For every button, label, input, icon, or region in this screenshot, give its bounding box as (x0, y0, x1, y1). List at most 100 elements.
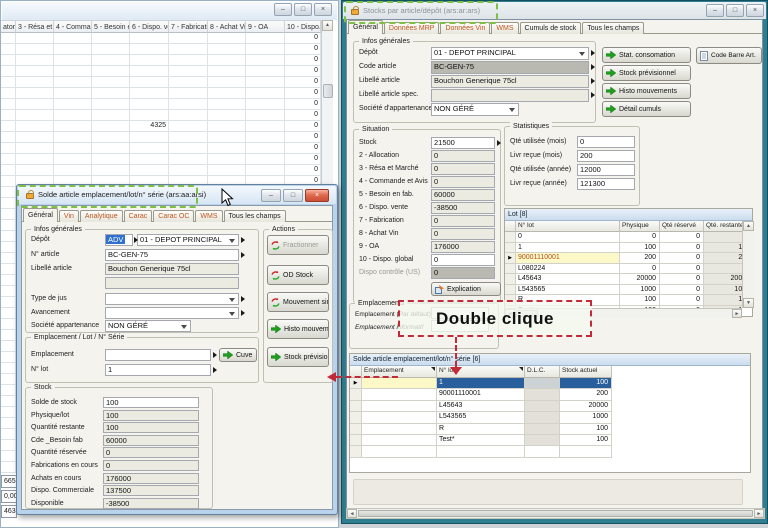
table-row[interactable]: 0 (1, 77, 321, 88)
maximize-button[interactable]: □ (283, 189, 303, 202)
close-button[interactable]: × (746, 4, 764, 17)
lot-field[interactable]: 1 (105, 364, 211, 376)
minimize-button[interactable]: – (274, 3, 292, 16)
close-button[interactable]: × (314, 3, 332, 16)
infos-depot-field[interactable]: 01 - DEPOT PRINCIPAL (431, 47, 589, 60)
scrollbar-thumb[interactable] (323, 84, 333, 98)
solde-column-header[interactable]: D.L.C. (525, 366, 560, 378)
lot-column-header[interactable]: Physique (620, 221, 660, 232)
tab-wms[interactable]: WMS (195, 210, 222, 222)
scroll-right-icon[interactable]: ► (732, 309, 742, 318)
table-row[interactable]: 43250 (1, 121, 321, 132)
depot-select[interactable]: 01 - DEPOT PRINCIPAL (137, 234, 239, 246)
bg-column-header[interactable]: 6 - Dispo. ve (130, 20, 169, 33)
stats-livr-recue-mois-field[interactable]: 200 (577, 150, 635, 162)
table-row[interactable]: 0 (1, 154, 321, 165)
tab-cumuls-de-stock[interactable]: Cumuls de stock (520, 22, 582, 34)
solde-column-header[interactable]: Stock actuel (560, 366, 612, 378)
emplacement-field[interactable] (105, 349, 211, 361)
table-cell (246, 88, 285, 99)
explication-button[interactable]: Explication (431, 282, 501, 296)
table-row[interactable]: 0 (1, 55, 321, 66)
action-stock-previsionnel-button[interactable]: Stock prévisionnel (267, 347, 329, 367)
lot-column-header[interactable]: Qté réservé (660, 221, 704, 232)
scroll-down-icon[interactable]: ▼ (743, 298, 754, 308)
maximize-button[interactable]: □ (294, 3, 312, 16)
action-stat-consomation-button[interactable]: Stat. consomation (602, 47, 691, 63)
code-barre-button[interactable]: Code Barre Art. (696, 47, 762, 64)
stock-solde-de-stock-field[interactable]: 100 (103, 397, 199, 408)
article-field[interactable]: BC-GEN-75 (105, 249, 239, 261)
solde-row[interactable]: 90001110001200 (350, 389, 752, 400)
window-horizontal-scrollbar[interactable]: ◄ ► (346, 508, 765, 519)
table-row[interactable]: 0 (1, 165, 321, 176)
table-cell (54, 55, 92, 66)
lot-row[interactable]: L080224000 (505, 264, 754, 275)
action-stock-previsionnel-button[interactable]: Stock prévisionnel (602, 65, 691, 81)
table-cell (92, 66, 130, 77)
table-row[interactable]: 0 (1, 132, 321, 143)
bg-column-header[interactable]: 7 - Fabricatic (169, 20, 208, 33)
lot-row[interactable]: 0000 (505, 232, 754, 243)
reserve-cell: 0 (660, 253, 704, 264)
bg-column-header[interactable]: 8 - Achat Vin (208, 20, 246, 33)
stats-qte-utilisee-annee-field[interactable]: 12000 (577, 164, 635, 176)
minimize-button[interactable]: – (706, 4, 724, 17)
table-row[interactable]: 0 (1, 66, 321, 77)
lot-row[interactable]: L543565100001000 (505, 285, 754, 296)
bg-column-header[interactable]: 10 - Dispo. g (285, 20, 321, 33)
lot-row[interactable]: ▶900011100012000200 (505, 253, 754, 264)
tab-vin[interactable]: Vin (59, 210, 79, 222)
lot-row[interactable]: 11000100 (505, 243, 754, 254)
depot-code-field[interactable]: ADV (105, 234, 133, 246)
solde-row[interactable]: L5435651000 (350, 412, 752, 423)
tab-analytique[interactable]: Analytique (80, 210, 123, 222)
tab-carac[interactable]: Carac (124, 210, 153, 222)
close-button[interactable]: × (305, 189, 329, 202)
scroll-left-icon[interactable]: ◄ (347, 509, 357, 518)
lot-row[interactable]: L4564320000020000 (505, 274, 754, 285)
situation-stock-field[interactable]: 21500 (431, 137, 495, 149)
type-jus-select[interactable] (105, 293, 239, 305)
solde-row[interactable]: Test*100 (350, 435, 752, 446)
solde-row[interactable] (350, 446, 752, 457)
stats-qte-utilisee-mois-field[interactable]: 0 (577, 136, 635, 148)
bg-column-header[interactable]: 9 - OA (246, 20, 285, 33)
scrollbar-thumb[interactable] (358, 510, 753, 517)
cuve-button[interactable]: Cuve (219, 348, 257, 362)
tab-general[interactable]: Général (23, 208, 58, 222)
lot-column-header[interactable]: N° lot (516, 221, 620, 232)
table-row[interactable]: 0 (1, 110, 321, 121)
table-row[interactable]: 0 (1, 143, 321, 154)
table-cell (169, 121, 208, 132)
bg-column-header[interactable]: ator (1, 20, 16, 33)
bg-column-header[interactable]: 5 - Besoin er (92, 20, 130, 33)
infos-societe-d-appartenance-field[interactable]: NON GÉRÉ (431, 103, 519, 116)
bg-column-header[interactable]: 4 - Commanc (54, 20, 92, 33)
scroll-up-icon[interactable]: ▲ (322, 20, 333, 31)
scroll-right-icon[interactable]: ► (754, 509, 764, 518)
tab-carac-oc[interactable]: Carac OC (153, 210, 194, 222)
solde-row[interactable]: R100 (350, 424, 752, 435)
societe-select[interactable]: NON GÉRÉ (105, 320, 191, 332)
action-detail-cumuls-button[interactable]: Détail cumuls (602, 101, 691, 117)
situation-10-dispo-global-field[interactable]: 0 (431, 254, 495, 266)
table-row[interactable]: 0 (1, 33, 321, 44)
table-row[interactable]: 0 (1, 88, 321, 99)
scroll-up-icon[interactable]: ▲ (743, 221, 754, 231)
bg-column-header[interactable]: 3 - Résa et M (16, 20, 54, 33)
action-od-stock-button[interactable]: OD Stock (267, 265, 329, 285)
avancement-select[interactable] (105, 307, 239, 319)
stats-livr-recue-annee-field[interactable]: 121300 (577, 178, 635, 190)
action-histo-mouvement-button[interactable]: Histo mouvement (267, 319, 329, 339)
minimize-button[interactable]: – (261, 189, 281, 202)
lot-vertical-scrollbar[interactable]: ▲ ▼ (742, 221, 754, 308)
action-mouvement-simple-button[interactable]: Mouvement simple (267, 292, 329, 312)
solde-row[interactable]: ▶1100 (350, 378, 752, 389)
table-row[interactable]: 0 (1, 44, 321, 55)
maximize-button[interactable]: □ (726, 4, 744, 17)
tab-tous-les-champs[interactable]: Tous les champs (582, 22, 644, 34)
action-histo-mouvements-button[interactable]: Histo mouvements (602, 83, 691, 99)
solde-row[interactable]: L4564320000 (350, 401, 752, 412)
table-row[interactable]: 0 (1, 99, 321, 110)
